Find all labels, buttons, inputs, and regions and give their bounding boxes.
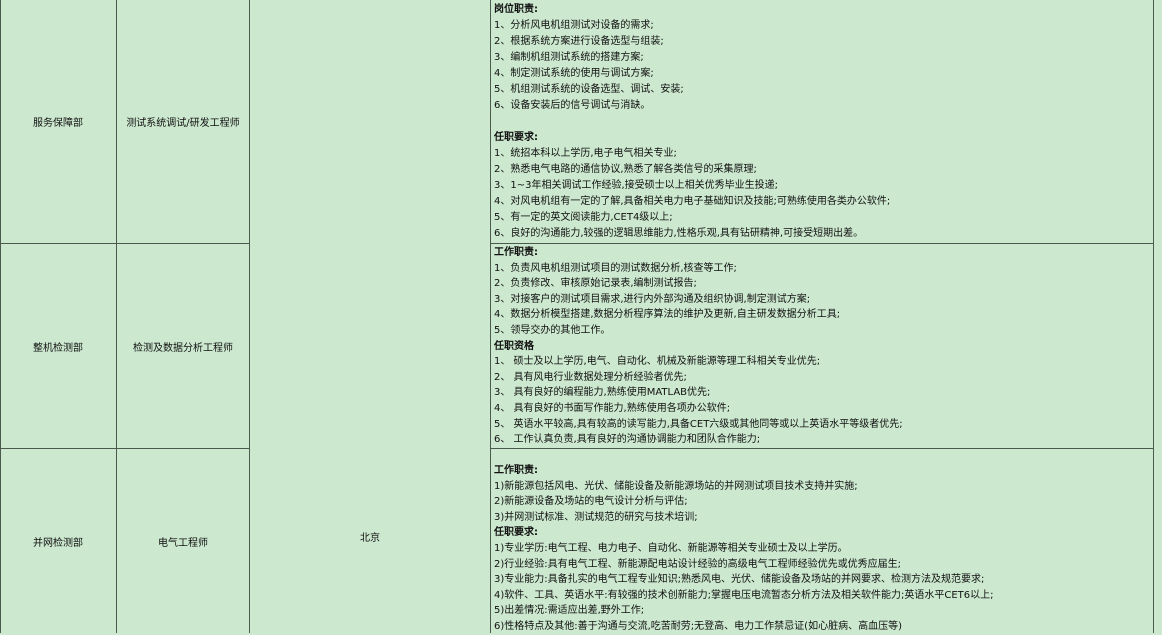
job-description-cell[interactable]: 岗位职责: 1、分析风电机组测试对设备的需求; 2、根据系统方案进行设备选型与组… <box>494 2 1159 242</box>
position-cell[interactable]: 电气工程师 <box>117 449 249 633</box>
duty-line: 6、设备安装后的信号调试与消缺。 <box>494 100 651 111</box>
requirement-line: 2、 具有风电行业数据处理分析经验者优先; <box>494 371 687 383</box>
department-cell[interactable]: 并网检测部 <box>0 449 116 633</box>
requirement-line: 6、良好的沟通能力,较强的逻辑思维能力,性格乐观,具有钻研精神,可接受短期出差。 <box>494 228 864 239</box>
position-cell[interactable]: 检测及数据分析工程师 <box>117 244 249 448</box>
section-heading: 岗位职责: <box>494 4 538 15</box>
requirement-line: 6、 工作认真负责,具有良好的沟通协调能力和团队合作能力; <box>494 434 761 446</box>
requirement-line: 2、熟悉电气电路的通信协议,熟悉了解各类信号的采集原理; <box>494 164 757 175</box>
requirement-line: 1、 硕士及以上学历,电气、自动化、机械及新能源等理工科相关专业优先; <box>494 356 821 368</box>
section-heading: 工作职责: <box>494 247 538 258</box>
requirement-line: 2)行业经验:具有电气工程、新能源配电站设计经验的高级电气工程师经验优先或优秀应… <box>494 558 902 570</box>
duty-line: 5、领导交办的其他工作。 <box>494 324 611 336</box>
spreadsheet: 服务保障部 测试系统调试/研发工程师 岗位职责: 1、分析风电机组测试对设备的需… <box>0 0 1162 633</box>
duty-line: 5、机组测试系统的设备选型、调试、安装; <box>494 84 684 95</box>
requirement-line: 1)专业学历:电气工程、电力电子、自动化、新能源等相关专业硕士及以上学历。 <box>494 542 848 554</box>
duty-line: 2、负责修改、审核原始记录表,编制测试报告; <box>494 278 697 290</box>
duty-line: 1、分析风电机组测试对设备的需求; <box>494 20 654 31</box>
duty-line: 2)新能源设备及场站的电气设计分析与评估; <box>494 496 688 508</box>
requirement-line: 5、 英语水平较高,具有较高的读写能力,具备CET六级或其他同等或以上英语水平等… <box>494 418 903 430</box>
duty-line: 3、编制机组测试系统的搭建方案; <box>494 52 644 63</box>
requirement-line: 4)软件、工具、英语水平:有较强的技术创新能力;掌握电压电流暂态分析方法及相关软… <box>494 589 994 601</box>
department-cell[interactable]: 整机检测部 <box>0 244 116 448</box>
job-description-cell[interactable]: 工作职责: 1、负责风电机组测试项目的测试数据分析,核查等工作; 2、负责修改、… <box>494 245 1159 448</box>
requirement-line: 4、对风电机组有一定的了解,具备相关电力电子基础知识及技能;可熟练使用各类办公软… <box>494 196 891 207</box>
duty-line: 1、负责风电机组测试项目的测试数据分析,核查等工作; <box>494 262 737 274</box>
duty-line: 4、制定测试系统的使用与调试方案; <box>494 68 654 79</box>
requirement-line: 4、 具有良好的书面写作能力,熟练使用各项办公软件; <box>494 402 731 414</box>
section-heading: 工作职责: <box>494 465 538 476</box>
position-cell[interactable]: 测试系统调试/研发工程师 <box>117 0 249 243</box>
requirement-line: 3)专业能力:具备扎实的电气工程专业知识;熟悉风电、光伏、储能设备及场站的并网要… <box>494 574 985 586</box>
section-heading: 任职要求: <box>494 527 538 539</box>
job-description-cell[interactable]: 工作职责: 1)新能源包括风电、光伏、储能设备及新能源场站的并网测试项目技术支持… <box>494 463 1159 635</box>
requirement-line: 5、有一定的英文阅读能力,CET4级以上; <box>494 212 673 223</box>
requirement-line: 6)性格特点及其他:善于沟通与交流,吃苦耐劳;无登高、电力工作禁忌证(如心脏病、… <box>494 620 902 632</box>
grid-line <box>490 448 1154 449</box>
duty-line: 1)新能源包括风电、光伏、储能设备及新能源场站的并网测试项目技术支持并实施; <box>494 480 858 492</box>
requirement-line: 5)出差情况:需适应出差,野外工作; <box>494 605 645 617</box>
location-cell[interactable]: 北京 <box>250 0 490 633</box>
requirement-line: 3、1~3年相关调试工作经验,接受硕士以上相关优秀毕业生投递; <box>494 180 779 191</box>
duty-line: 3、对接客户的测试项目需求,进行内外部沟通及组织协调,制定测试方案; <box>494 293 811 305</box>
section-heading: 任职资格 <box>494 340 534 352</box>
duty-line: 3)并网测试标准、测试规范的研究与技术培训; <box>494 511 698 523</box>
grid-line <box>490 243 1154 244</box>
requirement-line: 1、统招本科以上学历,电子电气相关专业; <box>494 148 677 159</box>
duty-line: 2、根据系统方案进行设备选型与组装; <box>494 36 664 47</box>
section-heading: 任职要求: <box>494 132 538 143</box>
duty-line: 4、数据分析模型搭建,数据分析程序算法的维护及更新,自主研发数据分析工具; <box>494 309 841 321</box>
department-cell[interactable]: 服务保障部 <box>0 0 116 243</box>
grid-line <box>490 0 491 633</box>
requirement-line: 3、 具有良好的编程能力,熟练使用MATLAB优先; <box>494 387 711 399</box>
